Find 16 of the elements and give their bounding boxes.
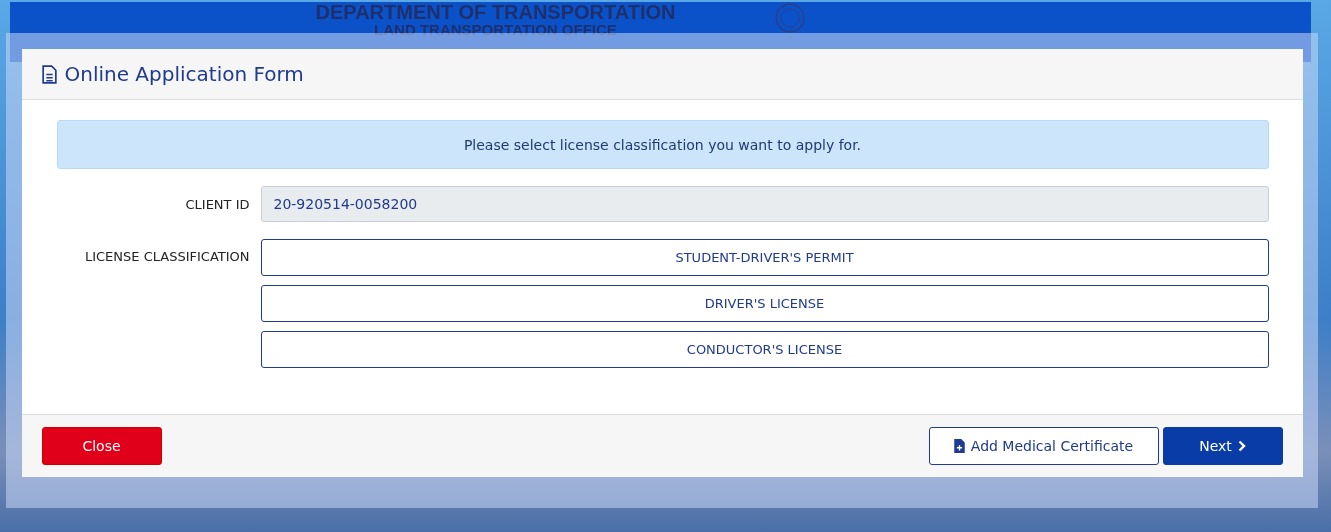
seal-icon xyxy=(775,3,806,33)
chevron-right-icon xyxy=(1237,440,1246,452)
classification-option-button[interactable]: STUDENT-DRIVER'S PERMIT xyxy=(260,239,1269,276)
close-button[interactable]: Close xyxy=(41,427,162,465)
add-certificate-button[interactable]: Add Medical Certificate xyxy=(928,427,1159,465)
dialog-title: Online Application Form xyxy=(64,62,304,86)
next-button[interactable]: Next xyxy=(1162,427,1283,465)
field-label: LICENSE CLASSIFICATION xyxy=(83,248,250,264)
agency-name: DEPARTMENT OF TRANSPORTATION xyxy=(315,2,676,22)
client-id-field[interactable]: 20-920514-0058200 xyxy=(260,186,1269,222)
classification-option-button[interactable]: DRIVER'S LICENSE xyxy=(260,285,1269,322)
file-plus-icon xyxy=(953,439,965,453)
field-label: CLIENT ID xyxy=(184,196,250,212)
info-notice: Please select license classification you want to apply for. xyxy=(56,120,1269,169)
classification-option-button[interactable]: CONDUCTOR'S LICENSE xyxy=(260,331,1269,368)
document-icon xyxy=(41,64,57,84)
